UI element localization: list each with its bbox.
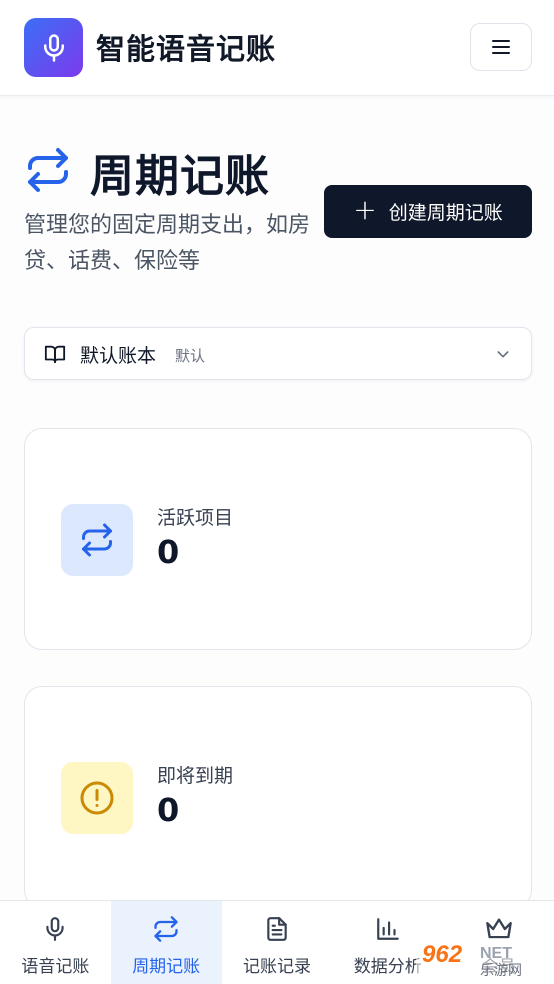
document-icon	[267, 917, 287, 941]
stat-label: 即将到期	[157, 765, 234, 787]
watermark-sub: 乐游网	[480, 963, 522, 979]
site-watermark: 962 NET 乐游网	[414, 934, 550, 980]
app-title: 智能语音记账	[96, 32, 277, 66]
nav-item-voice[interactable]: 语音记账	[0, 901, 111, 984]
repeat-arrows-icon	[28, 148, 68, 192]
account-book-select[interactable]: 默认账本 默认	[24, 327, 532, 380]
microphone-icon	[46, 917, 65, 941]
nav-item-recurring[interactable]: 周期记账	[110, 901, 222, 984]
account-book-name: 默认账本	[80, 345, 157, 367]
alert-circle-icon	[80, 781, 114, 815]
watermark-brand: 962	[422, 941, 463, 968]
account-book-tag: 默认	[175, 347, 206, 365]
repeat-arrows-icon	[82, 523, 112, 557]
menu-button[interactable]	[470, 23, 532, 71]
microphone-icon	[43, 33, 64, 62]
chevron-down-icon	[497, 351, 509, 358]
page-description: 管理您的固定周期支出，如房贷、话费、保险等	[24, 213, 311, 274]
app-logo[interactable]	[24, 18, 83, 77]
top-bar: 智能语音记账	[0, 0, 554, 96]
create-recurring-button[interactable]: + 创建周期记账	[324, 185, 532, 238]
bar-chart-icon	[376, 918, 399, 940]
nav-label: 周期记账	[132, 957, 201, 977]
create-recurring-label: 创建周期记账	[388, 202, 503, 224]
nav-item-records[interactable]: 记账记录	[222, 901, 333, 984]
hamburger-menu-icon	[492, 40, 510, 54]
stat-icon-box	[61, 762, 133, 834]
stat-card-due-soon: 即将到期 0	[24, 686, 532, 908]
nav-label: 记账记录	[242, 957, 311, 977]
book-open-icon	[44, 345, 66, 364]
plus-icon: +	[353, 193, 377, 226]
stat-card-active: 活跃项目 0	[24, 428, 532, 650]
stat-icon-box	[61, 504, 133, 576]
watermark-suffix: NET	[480, 945, 512, 962]
stat-value: 0	[157, 791, 180, 829]
repeat-arrows-icon	[154, 916, 178, 942]
nav-label: 数据分析	[353, 957, 422, 977]
nav-label: 语音记账	[21, 957, 90, 977]
stat-label: 活跃项目	[157, 507, 234, 529]
stat-value: 0	[157, 533, 180, 571]
page-title: 周期记账	[90, 151, 270, 202]
